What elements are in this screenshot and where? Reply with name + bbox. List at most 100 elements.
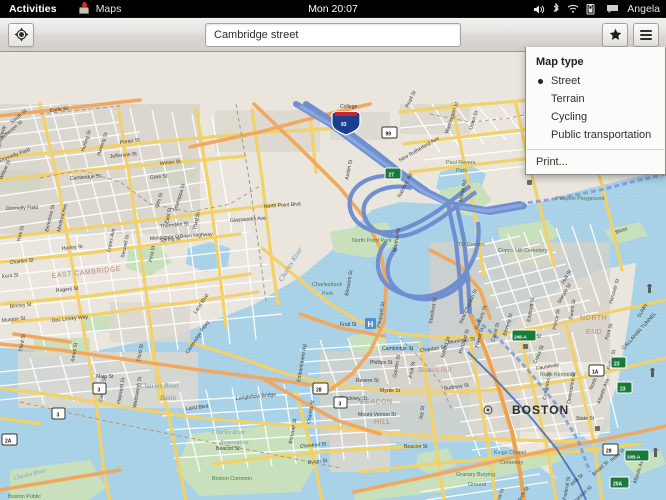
- star-icon: [609, 28, 621, 40]
- svg-text:23: 23: [614, 362, 620, 368]
- svg-text:28: 28: [316, 388, 322, 394]
- menu-item-street[interactable]: Street: [526, 72, 665, 90]
- route-shield-1A: 1A: [588, 364, 605, 377]
- svg-text:Cambridge St: Cambridge St: [382, 346, 414, 352]
- svg-text:Beacon St: Beacon St: [216, 446, 240, 452]
- header-right-buttons: [602, 22, 659, 47]
- route-shield-3-a: 3: [333, 396, 348, 409]
- message-icon: [607, 5, 619, 13]
- route-shield-3-c: 3: [51, 407, 66, 420]
- app-menu-button[interactable]: Maps: [78, 2, 122, 15]
- crosshair-location-icon: [13, 27, 29, 42]
- svg-text:State St: State St: [576, 416, 595, 422]
- svg-text:248-A: 248-A: [514, 335, 527, 340]
- menu-separator: [527, 149, 664, 150]
- route-shield-248A: 248-A: [511, 329, 537, 342]
- main-menu-button[interactable]: [633, 22, 659, 47]
- route-shield-2A: 2A: [1, 433, 18, 446]
- svg-text:Donnelly Field: Donnelly Field: [6, 205, 39, 212]
- route-shield-20A: 20A: [609, 476, 630, 489]
- radio-selected-icon: [536, 77, 545, 86]
- svg-text:Puopolo Playground: Puopolo Playground: [556, 196, 605, 202]
- svg-text:Granary Burying: Granary Burying: [456, 472, 495, 478]
- radio-icon: [536, 131, 545, 140]
- svg-text:BEACON: BEACON: [360, 399, 393, 406]
- gnome-top-bar: Activities Maps Mon 20:07 Angela: [0, 0, 666, 18]
- svg-text:Charles River: Charles River: [140, 382, 179, 390]
- svg-text:Park: Park: [322, 291, 333, 297]
- svg-text:North Point Park: North Point Park: [352, 238, 392, 244]
- menu-title: Map type: [536, 56, 584, 68]
- route-shield-20BA: 20B-A: [624, 449, 650, 462]
- radio-icon: [536, 95, 545, 104]
- svg-text:Beacon St: Beacon St: [404, 444, 428, 450]
- activities-button[interactable]: Activities: [0, 0, 66, 18]
- svg-text:Mount Vernon St: Mount Vernon St: [358, 412, 397, 418]
- svg-text:99: 99: [386, 132, 392, 138]
- search-input[interactable]: [205, 22, 461, 47]
- svg-text:TD Garden: TD Garden: [458, 242, 485, 248]
- menu-item-label: Print...: [536, 156, 568, 168]
- current-location-button[interactable]: [8, 22, 34, 47]
- bluetooth-icon: [553, 3, 560, 13]
- svg-text:Copps Hill Cemetery: Copps Hill Cemetery: [498, 248, 548, 254]
- svg-text:20B-A: 20B-A: [627, 455, 641, 460]
- menu-item-terrain[interactable]: Terrain: [526, 90, 665, 108]
- menu-item-public-transportation[interactable]: Public transportation: [526, 126, 665, 144]
- battery-icon: [586, 4, 595, 15]
- clock[interactable]: Mon 20:07: [308, 3, 358, 15]
- app-name-label: Maps: [95, 2, 122, 15]
- user-name-label[interactable]: Angela: [627, 3, 660, 15]
- svg-text:23: 23: [620, 387, 626, 393]
- svg-text:3: 3: [339, 402, 342, 408]
- route-shield-23-b: 23: [616, 381, 633, 394]
- radio-icon: [536, 113, 545, 122]
- route-shield-23-a: 23: [610, 356, 627, 369]
- svg-text:College: College: [340, 104, 357, 110]
- svg-text:Boston Public: Boston Public: [8, 494, 41, 500]
- svg-text:Rose Kennedy: Rose Kennedy: [540, 372, 576, 378]
- hospital-icon: H: [365, 318, 376, 329]
- svg-text:Kings Chapel: Kings Chapel: [494, 450, 526, 456]
- svg-text:28: 28: [606, 449, 612, 455]
- menu-item-label: Terrain: [551, 93, 585, 105]
- svg-text:Basin: Basin: [160, 394, 176, 402]
- menu-item-label: Public transportation: [551, 129, 652, 141]
- svg-text:93: 93: [341, 122, 347, 128]
- svg-text:Myrtle St: Myrtle St: [380, 388, 401, 394]
- favorites-button[interactable]: [602, 22, 628, 47]
- svg-text:1A: 1A: [592, 370, 599, 376]
- volume-icon: [534, 5, 545, 13]
- system-tray[interactable]: Angela: [533, 0, 660, 18]
- svg-text:HILL: HILL: [374, 419, 391, 426]
- map-pin-icon: [78, 2, 91, 15]
- search-container: [0, 22, 666, 47]
- svg-text:Park: Park: [456, 168, 467, 174]
- svg-text:H: H: [368, 320, 374, 329]
- svg-text:Paul Revere: Paul Revere: [446, 160, 476, 166]
- menu-item-cycling[interactable]: Cycling: [526, 108, 665, 126]
- svg-text:Boston Common: Boston Common: [212, 476, 252, 482]
- hamburger-menu-icon: [640, 28, 652, 42]
- route-shield-28-a: 28: [312, 382, 329, 395]
- menu-item-print[interactable]: Print...: [526, 153, 665, 171]
- svg-text:Ground: Ground: [468, 482, 486, 488]
- route-shield-3-b: 3: [92, 382, 107, 395]
- route-shield-27: 27: [384, 167, 402, 180]
- route-shield-28-b: 28: [602, 443, 619, 456]
- wifi-icon: [567, 4, 579, 13]
- route-shield-99: 99: [381, 126, 398, 139]
- menu-item-label: Street: [551, 75, 581, 87]
- svg-text:Phillips St: Phillips St: [370, 360, 393, 366]
- map-type-menu[interactable]: Map type Street Terrain Cycling Public t…: [525, 47, 666, 175]
- svg-text:END: END: [586, 329, 602, 336]
- svg-text:27: 27: [389, 173, 395, 179]
- svg-text:20A: 20A: [613, 482, 623, 488]
- svg-text:3: 3: [57, 413, 60, 419]
- svg-text:2A: 2A: [5, 439, 12, 445]
- svg-text:NORTH: NORTH: [580, 315, 607, 322]
- svg-text:Cemetery: Cemetery: [500, 460, 524, 466]
- svg-text:Fruit St: Fruit St: [340, 322, 357, 328]
- svg-text:Beacon Hill: Beacon Hill: [418, 366, 452, 374]
- svg-text:3: 3: [98, 388, 101, 394]
